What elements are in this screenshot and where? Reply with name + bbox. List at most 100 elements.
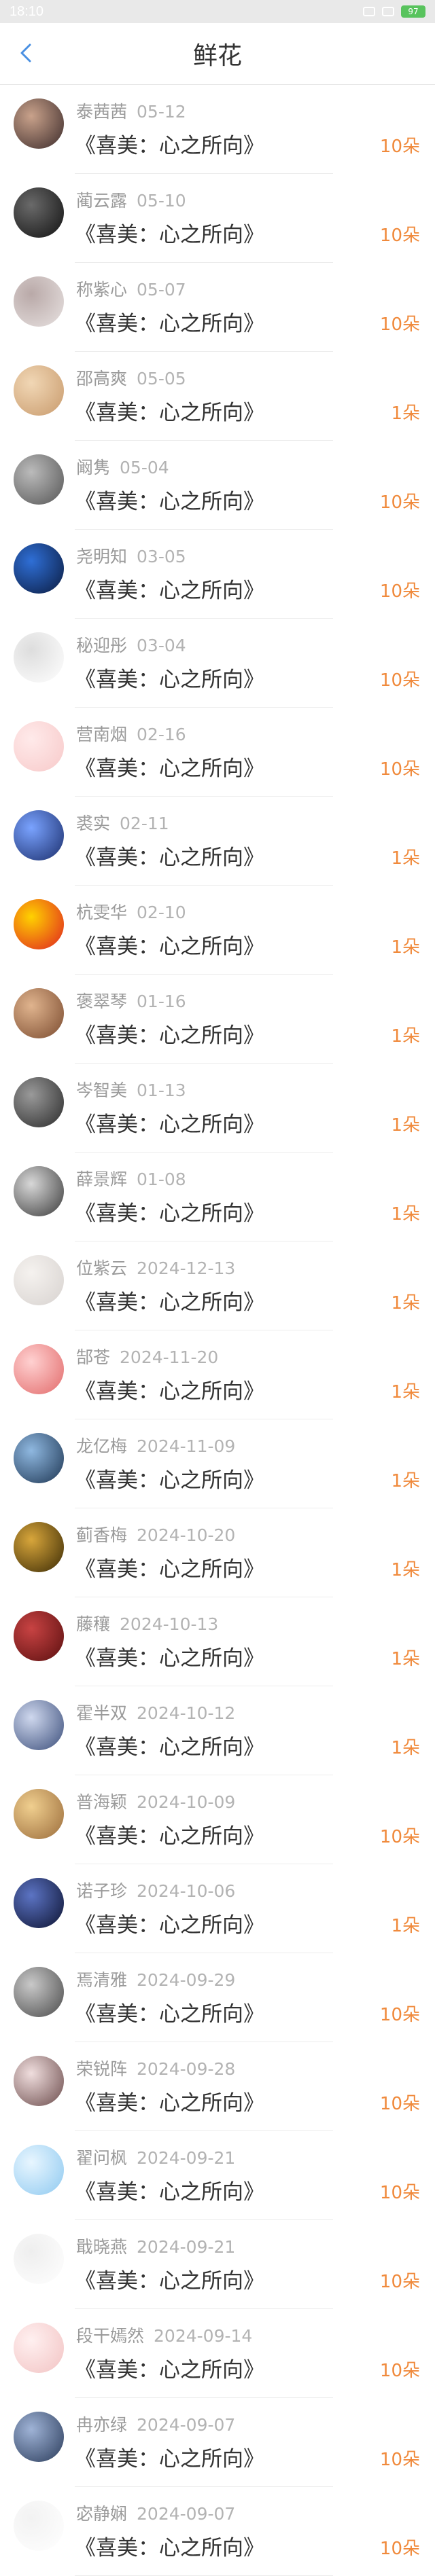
avatar[interactable] xyxy=(14,899,64,949)
list-item[interactable]: 位紫云 2024-12-13 《喜美：心之所向》 1朵 xyxy=(0,1241,435,1330)
book-title[interactable]: 《喜美：心之所向》 xyxy=(75,2353,264,2383)
avatar[interactable] xyxy=(14,543,64,594)
book-title[interactable]: 《喜美：心之所向》 xyxy=(75,1463,264,1493)
list-item[interactable]: 翟问枫 2024-09-21 《喜美：心之所向》 10朵 xyxy=(0,2131,435,2220)
status-icons: 97 xyxy=(363,5,425,18)
avatar[interactable] xyxy=(14,1344,64,1394)
sender-meta: 邵高爽 05-05 xyxy=(76,365,186,390)
avatar[interactable] xyxy=(14,2145,64,2195)
book-title[interactable]: 《喜美：心之所向》 xyxy=(75,1285,264,1316)
flower-count: 10朵 xyxy=(379,1827,420,1847)
wifi-icon xyxy=(382,7,394,16)
list-item[interactable]: 龙亿梅 2024-11-09 《喜美：心之所向》 1朵 xyxy=(0,1419,435,1508)
list-item[interactable]: 邵高爽 05-05 《喜美：心之所向》 1朵 xyxy=(0,352,435,441)
list-item[interactable]: 诺子珍 2024-10-06 《喜美：心之所向》 1朵 xyxy=(0,1864,435,1953)
avatar[interactable] xyxy=(14,721,64,772)
book-title[interactable]: 《喜美：心之所向》 xyxy=(75,1641,264,1671)
list-item[interactable]: 泰茜茜 05-12 《喜美：心之所向》 10朵 xyxy=(0,85,435,174)
list-item[interactable]: 岑智美 01-13 《喜美：心之所向》 1朵 xyxy=(0,1064,435,1153)
book-title[interactable]: 《喜美：心之所向》 xyxy=(75,1997,264,2027)
book-title[interactable]: 《喜美：心之所向》 xyxy=(75,484,264,515)
book-title[interactable]: 《喜美：心之所向》 xyxy=(75,1908,264,1938)
sender-name: 荣锐阵 xyxy=(76,2059,128,2079)
avatar[interactable] xyxy=(14,1522,64,1572)
avatar[interactable] xyxy=(14,632,64,683)
sender-meta: 位紫云 2024-12-13 xyxy=(76,1255,235,1280)
avatar[interactable] xyxy=(14,2056,64,2106)
gift-date: 2024-10-20 xyxy=(137,1525,236,1545)
book-title[interactable]: 《喜美：心之所向》 xyxy=(75,573,264,604)
book-title[interactable]: 《喜美：心之所向》 xyxy=(75,751,264,782)
avatar[interactable] xyxy=(14,1700,64,1750)
list-item[interactable]: 冉亦绿 2024-09-07 《喜美：心之所向》 10朵 xyxy=(0,2398,435,2487)
list-item[interactable]: 郜苍 2024-11-20 《喜美：心之所向》 1朵 xyxy=(0,1330,435,1419)
book-title[interactable]: 《喜美：心之所向》 xyxy=(75,929,264,960)
sender-meta: 焉清雅 2024-09-29 xyxy=(76,1967,235,1991)
gift-date: 2024-10-12 xyxy=(137,1703,236,1723)
list-item[interactable]: 蔺云露 05-10 《喜美：心之所向》 10朵 xyxy=(0,174,435,263)
book-title[interactable]: 《喜美：心之所向》 xyxy=(75,2175,264,2205)
list-item[interactable]: 裘实 02-11 《喜美：心之所向》 1朵 xyxy=(0,797,435,886)
list-item[interactable]: 薛景辉 01-08 《喜美：心之所向》 1朵 xyxy=(0,1153,435,1241)
book-title[interactable]: 《喜美：心之所向》 xyxy=(75,1196,264,1227)
list-item[interactable]: 蓟香梅 2024-10-20 《喜美：心之所向》 1朵 xyxy=(0,1508,435,1597)
avatar[interactable] xyxy=(14,988,64,1038)
book-title[interactable]: 《喜美：心之所向》 xyxy=(75,2086,264,2116)
back-button[interactable] xyxy=(12,39,39,67)
avatar[interactable] xyxy=(14,276,64,327)
book-title[interactable]: 《喜美：心之所向》 xyxy=(75,1819,264,1849)
book-title[interactable]: 《喜美：心之所向》 xyxy=(75,2264,264,2294)
list-item[interactable]: 褒翠琴 01-16 《喜美：心之所向》 1朵 xyxy=(0,975,435,1064)
avatar[interactable] xyxy=(14,1433,64,1483)
list-item[interactable]: 宓静娴 2024-09-07 《喜美：心之所向》 10朵 xyxy=(0,2487,435,2576)
avatar[interactable] xyxy=(14,1255,64,1305)
avatar[interactable] xyxy=(14,810,64,860)
avatar[interactable] xyxy=(14,98,64,149)
flower-count: 1朵 xyxy=(391,937,420,958)
book-title[interactable]: 《喜美：心之所向》 xyxy=(75,1374,264,1404)
book-title[interactable]: 《喜美：心之所向》 xyxy=(75,840,264,871)
list-item[interactable]: 荣锐阵 2024-09-28 《喜美：心之所向》 10朵 xyxy=(0,2042,435,2131)
list-item[interactable]: 称紫心 05-07 《喜美：心之所向》 10朵 xyxy=(0,263,435,352)
list-item[interactable]: 戢晓燕 2024-09-21 《喜美：心之所向》 10朵 xyxy=(0,2220,435,2309)
sender-name: 尧明知 xyxy=(76,547,128,566)
book-title[interactable]: 《喜美：心之所向》 xyxy=(75,662,264,693)
avatar[interactable] xyxy=(14,454,64,505)
list-item[interactable]: 营南烟 02-16 《喜美：心之所向》 10朵 xyxy=(0,708,435,797)
list-item[interactable]: 阚隽 05-04 《喜美：心之所向》 10朵 xyxy=(0,441,435,530)
avatar[interactable] xyxy=(14,365,64,416)
avatar[interactable] xyxy=(14,2501,64,2551)
avatar[interactable] xyxy=(14,1611,64,1661)
avatar[interactable] xyxy=(14,1166,64,1216)
book-title[interactable]: 《喜美：心之所向》 xyxy=(75,128,264,159)
avatar[interactable] xyxy=(14,187,64,238)
list-item[interactable]: 杭雯华 02-10 《喜美：心之所向》 1朵 xyxy=(0,886,435,975)
list-item[interactable]: 尧明知 03-05 《喜美：心之所向》 10朵 xyxy=(0,530,435,619)
list-item[interactable]: 秘迎彤 03-04 《喜美：心之所向》 10朵 xyxy=(0,619,435,708)
avatar[interactable] xyxy=(14,1878,64,1928)
list-item[interactable]: 普海颖 2024-10-09 《喜美：心之所向》 10朵 xyxy=(0,1775,435,1864)
book-title[interactable]: 《喜美：心之所向》 xyxy=(75,1552,264,1582)
flower-count: 10朵 xyxy=(379,759,420,780)
book-title[interactable]: 《喜美：心之所向》 xyxy=(75,306,264,337)
book-title[interactable]: 《喜美：心之所向》 xyxy=(75,1107,264,1138)
book-title[interactable]: 《喜美：心之所向》 xyxy=(75,1018,264,1049)
book-title[interactable]: 《喜美：心之所向》 xyxy=(75,217,264,248)
avatar[interactable] xyxy=(14,2234,64,2284)
list-item[interactable]: 段干嫣然 2024-09-14 《喜美：心之所向》 10朵 xyxy=(0,2309,435,2398)
sender-meta: 郜苍 2024-11-20 xyxy=(76,1344,218,1368)
list-item[interactable]: 焉清雅 2024-09-29 《喜美：心之所向》 10朵 xyxy=(0,1953,435,2042)
list-item[interactable]: 霍半双 2024-10-12 《喜美：心之所向》 1朵 xyxy=(0,1686,435,1775)
avatar[interactable] xyxy=(14,1077,64,1127)
avatar[interactable] xyxy=(14,1789,64,1839)
avatar[interactable] xyxy=(14,2323,64,2373)
flower-count: 10朵 xyxy=(379,2094,420,2114)
avatar[interactable] xyxy=(14,2412,64,2462)
list-item[interactable]: 藤穰 2024-10-13 《喜美：心之所向》 1朵 xyxy=(0,1597,435,1686)
avatar[interactable] xyxy=(14,1967,64,2017)
book-title[interactable]: 《喜美：心之所向》 xyxy=(75,2530,264,2561)
sender-meta: 荣锐阵 2024-09-28 xyxy=(76,2056,235,2080)
book-title[interactable]: 《喜美：心之所向》 xyxy=(75,395,264,426)
book-title[interactable]: 《喜美：心之所向》 xyxy=(75,2442,264,2472)
book-title[interactable]: 《喜美：心之所向》 xyxy=(75,1730,264,1760)
